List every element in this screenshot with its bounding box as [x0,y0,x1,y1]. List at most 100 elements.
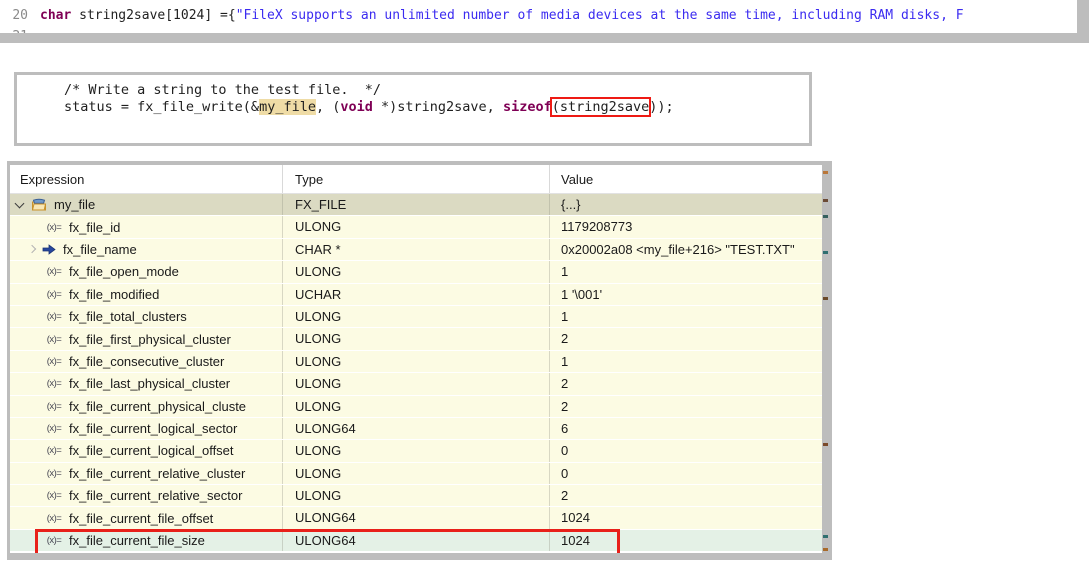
chevron-right-icon[interactable] [27,245,37,254]
expression-cell[interactable]: (x)= fx_file_current_relative_cluster [10,462,283,485]
table-row[interactable]: (x)= fx_file_current_logical_sector ULON… [10,417,822,441]
expression-label: fx_file_current_file_offset [69,510,214,526]
editor-strip[interactable]: 20 char string2save[1024] ={"FileX suppor… [0,0,1077,33]
expression-cell[interactable]: (x)= fx_file_current_logical_sector [10,417,283,440]
variable-icon: (x)= [46,288,62,300]
edge-artifact [823,215,828,218]
expression-label: fx_file_current_logical_offset [69,443,234,459]
value-cell[interactable]: 1024 [550,530,822,551]
type-cell[interactable]: ULONG [283,440,550,462]
expression-cell[interactable]: (x)= fx_file_current_logical_offset [10,440,283,462]
expression-cell[interactable]: (x)= fx_file_last_physical_cluster [10,373,283,395]
type-cell[interactable]: ULONG64 [283,507,550,529]
expression-cell[interactable]: (x)= fx_file_consecutive_cluster [10,350,283,373]
clipped-printf-line: printf(" Write TEST.TXT...... \n"); [17,75,809,82]
expression-cell[interactable]: (x)= fx_file_open_mode [10,261,283,283]
expression-label: fx_file_last_physical_cluster [69,376,231,392]
table-row[interactable]: (x)= fx_file_total_clusters ULONG 1 [10,305,822,329]
keyword-char: char [40,8,72,23]
table-row[interactable]: (x)= fx_file_current_physical_cluste ULO… [10,395,822,418]
value-cell[interactable]: 0x20002a08 <my_file+216> "TEST.TXT" [550,239,822,260]
variable-icon: (x)= [46,378,62,390]
table-row[interactable]: (x)= fx_file_current_logical_offset ULON… [10,440,822,463]
expression-cell[interactable]: (x)= fx_file_first_physical_cluster [10,328,283,350]
expression-label: fx_file_modified [69,286,160,302]
type-cell[interactable]: ULONG [283,462,550,485]
chevron-down-icon[interactable] [14,198,25,209]
expression-cell[interactable]: (x)= fx_file_current_physical_cluste [10,395,283,417]
column-header-value[interactable]: Value [550,165,822,193]
value-cell[interactable]: 1 [550,351,822,372]
table-row[interactable]: (x)= fx_file_current_file_size ULONG64 1… [10,529,822,553]
expression-cell[interactable]: (x)= fx_file_id [10,216,283,238]
table-row[interactable]: (x)= fx_file_modified UCHAR 1 '\001' [10,283,822,306]
expression-cell[interactable]: (x)= fx_file_name [10,238,283,261]
table-row[interactable]: (x)= fx_file_first_physical_cluster ULON… [10,328,822,351]
status-pre: status = fx_file_write(& [64,99,260,115]
column-header-type[interactable]: Type [283,165,550,193]
table-row[interactable]: (x)= fx_file_name CHAR * 0x20002a08 <my_… [10,238,822,262]
value-cell[interactable]: 2 [550,328,822,349]
value-cell[interactable]: 1 [550,261,822,282]
red-annotation-box-string2save: (string2save [549,97,652,117]
pointer-arrow-icon [42,244,56,255]
screenshot-canvas: 20 char string2save[1024] ={"FileX suppor… [0,0,1089,567]
expression-cell[interactable]: (x)= fx_file_total_clusters [10,305,283,328]
expression-cell[interactable]: (x)= fx_file_current_file_size [10,529,283,552]
table-row[interactable]: (x)= fx_file_id ULONG 1179208773 [10,216,822,239]
value-cell[interactable]: 1 [550,306,822,327]
expression-label: my_file [54,197,96,213]
expression-cell[interactable]: (x)= my_file [10,194,283,216]
value-cell[interactable]: 0 [550,463,822,484]
expressions-view: Expression Type Value (x)= [10,165,822,553]
value-cell[interactable]: 0 [550,440,822,461]
table-row[interactable]: (x)= fx_file_current_relative_sector ULO… [10,485,822,508]
type-cell[interactable]: ULONG [283,485,550,507]
type-cell[interactable]: UCHAR [283,283,550,305]
editor-line-21-clipped[interactable]: 21 [0,26,1077,33]
variable-icon: (x)= [46,400,62,412]
table-row[interactable]: (x)= fx_file_open_mode ULONG 1 [10,261,822,284]
open-folder-icon [31,198,47,211]
expression-cell[interactable]: (x)= fx_file_modified [10,283,283,305]
type-cell[interactable]: ULONG [283,350,550,373]
comment-line: /* Write a string to the test file. */ [64,82,381,98]
edge-artifact [823,535,828,538]
type-cell[interactable]: ULONG [283,328,550,350]
expression-cell[interactable]: (x)= fx_file_current_file_offset [10,507,283,529]
expression-label: fx_file_current_file_size [69,533,205,549]
table-row[interactable]: (x)= my_file FX_FILE {...} [10,194,822,217]
status-line[interactable]: status = fx_file_write(&my_file, (void *… [17,97,809,133]
type-cell[interactable]: ULONG64 [283,529,550,552]
value-cell[interactable]: {...} [550,194,822,215]
table-row[interactable]: (x)= fx_file_last_physical_cluster ULONG… [10,373,822,396]
expressions-rows: (x)= my_file FX_FILE {...} (x)= [10,194,822,553]
value-cell[interactable]: 1 '\001' [550,284,822,305]
value-cell[interactable]: 2 [550,396,822,417]
expression-cell[interactable]: (x)= fx_file_current_relative_sector [10,485,283,507]
variable-icon: (x)= [46,445,62,457]
expression-label: fx_file_current_physical_cluste [69,398,247,414]
editor-line-20[interactable]: 20 char string2save[1024] ={"FileX suppor… [0,0,1077,26]
type-cell[interactable]: CHAR * [283,238,550,261]
type-cell[interactable]: ULONG [283,373,550,395]
edge-artifact [823,297,828,300]
expression-label: fx_file_name [63,241,137,257]
column-header-expression[interactable]: Expression [10,165,283,193]
value-cell[interactable]: 2 [550,485,822,506]
type-cell[interactable]: ULONG [283,216,550,238]
table-row[interactable]: (x)= fx_file_consecutive_cluster ULONG 1 [10,350,822,374]
table-row[interactable]: (x)= fx_file_current_relative_cluster UL… [10,462,822,486]
value-cell[interactable]: 6 [550,418,822,439]
variable-icon: (x)= [46,423,62,435]
type-cell[interactable]: ULONG64 [283,417,550,440]
type-cell[interactable]: ULONG [283,261,550,283]
edge-artifact [823,443,828,446]
table-row[interactable]: (x)= fx_file_current_file_offset ULONG64… [10,507,822,530]
value-cell[interactable]: 2 [550,373,822,394]
value-cell[interactable]: 1024 [550,507,822,528]
type-cell[interactable]: ULONG [283,395,550,417]
type-cell[interactable]: FX_FILE [283,194,550,216]
type-cell[interactable]: ULONG [283,305,550,328]
value-cell[interactable]: 1179208773 [550,216,822,237]
